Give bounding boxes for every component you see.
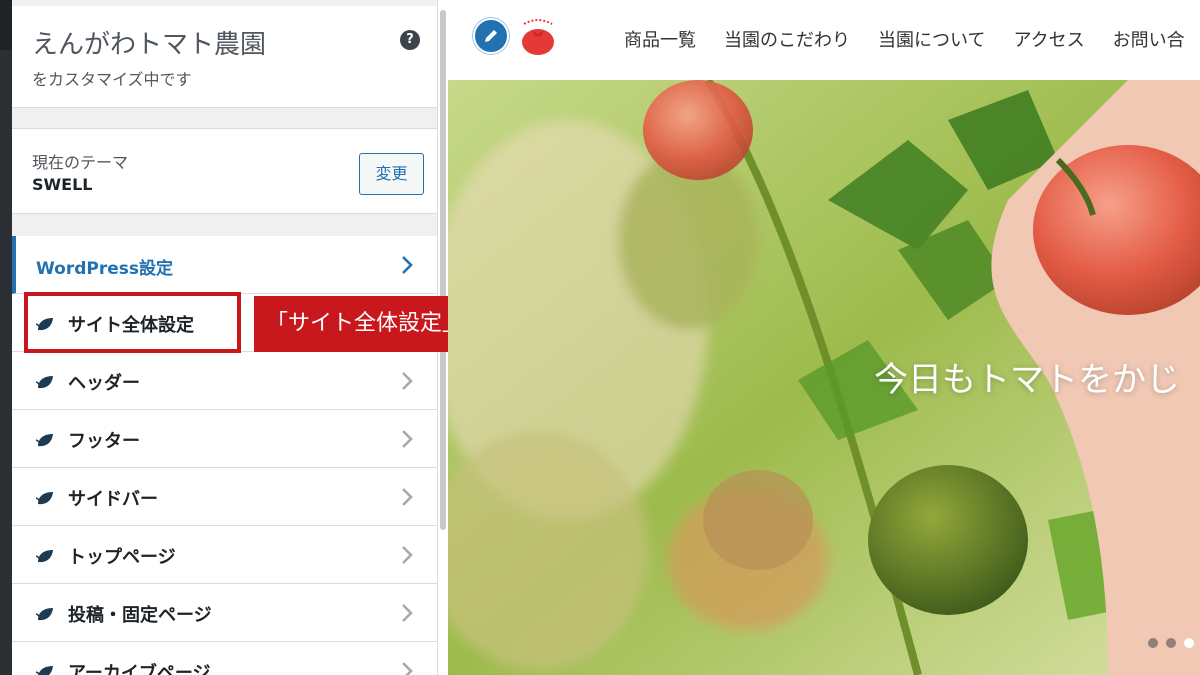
global-nav: 商品一覧 当園のこだわり 当園について アクセス お問い合 — [624, 26, 1185, 52]
pencil-icon — [485, 30, 497, 42]
highlight-box — [24, 292, 241, 353]
menu-item-label: トップページ — [68, 547, 176, 568]
menu-item-header[interactable]: ヘッダー — [12, 352, 437, 410]
nav-item-access[interactable]: アクセス — [1013, 26, 1084, 52]
scrollbar-thumb[interactable] — [440, 10, 446, 530]
hero-catchphrase: 今日もトマトをかじ — [874, 360, 1180, 400]
chevron-right-icon — [402, 430, 413, 448]
nav-item-products[interactable]: 商品一覧 — [624, 26, 696, 52]
current-theme-label: 現在のテーマ — [32, 153, 129, 172]
swell-leaf-icon — [36, 550, 53, 563]
swell-leaf-icon — [36, 376, 53, 389]
menu-item-top-page[interactable]: トップページ — [12, 526, 437, 584]
hero-image: 今日もトマトをかじ — [448, 80, 1200, 675]
menu-item-posts-pages[interactable]: 投稿・固定ページ — [12, 584, 437, 642]
menu-item-footer[interactable]: フッター — [12, 410, 437, 468]
customizer-screen: えんがわトマト農園 をカスタマイズ中です ? 現在のテーマ SWELL 変更 W… — [0, 0, 1200, 675]
slide-dot[interactable] — [1166, 638, 1176, 648]
menu-item-archive-page[interactable]: アーカイブページ — [12, 642, 437, 675]
chevron-right-icon — [402, 488, 413, 506]
admin-strip — [0, 0, 12, 675]
chevron-right-icon — [402, 604, 413, 622]
menu-item-sidebar[interactable]: サイドバー — [12, 468, 437, 526]
customizing-subtitle: をカスタマイズ中です — [32, 70, 192, 89]
site-preview: 商品一覧 当園のこだわり 当園について アクセス お問い合 今日もトマトをかじ — [448, 0, 1200, 675]
current-theme-section: 現在のテーマ SWELL 変更 — [12, 128, 437, 214]
chevron-right-icon — [402, 372, 413, 390]
swell-leaf-icon — [36, 608, 53, 621]
nav-item-contact[interactable]: お問い合 — [1113, 26, 1185, 52]
menu-item-label: アーカイブページ — [68, 663, 211, 675]
change-theme-button[interactable]: 変更 — [359, 153, 424, 195]
admin-strip-top — [0, 0, 12, 50]
menu-item-label: WordPress設定 — [36, 259, 173, 279]
menu-item-label: サイドバー — [68, 489, 158, 510]
menu-item-label: フッター — [68, 431, 140, 452]
site-header: 商品一覧 当園のこだわり 当園について アクセス お問い合 — [448, 0, 1200, 80]
chevron-right-icon — [402, 662, 413, 675]
site-title: えんがわトマト農園 — [32, 30, 267, 60]
slide-dot-active[interactable] — [1184, 638, 1194, 648]
panel-header: えんがわトマト農園 をカスタマイズ中です ? — [12, 6, 437, 108]
chevron-right-icon — [402, 256, 413, 274]
menu-item-label: ヘッダー — [68, 373, 140, 394]
question-circle-icon[interactable]: ? — [400, 30, 420, 50]
theme-name: SWELL — [32, 175, 93, 194]
tomato-logo-icon — [522, 19, 554, 55]
edit-shortcut-button[interactable] — [473, 18, 509, 54]
slide-dot[interactable] — [1148, 638, 1158, 648]
swell-leaf-icon — [36, 434, 53, 447]
swell-leaf-icon — [36, 492, 53, 505]
slider-pagination — [1148, 638, 1194, 648]
chevron-right-icon — [402, 546, 413, 564]
menu-item-wordpress-settings[interactable]: WordPress設定 — [12, 236, 437, 294]
menu-item-label: 投稿・固定ページ — [68, 605, 212, 626]
nav-item-commitment[interactable]: 当園のこだわり — [724, 26, 850, 52]
swell-leaf-icon — [36, 666, 53, 675]
nav-item-about[interactable]: 当園について — [878, 26, 985, 52]
